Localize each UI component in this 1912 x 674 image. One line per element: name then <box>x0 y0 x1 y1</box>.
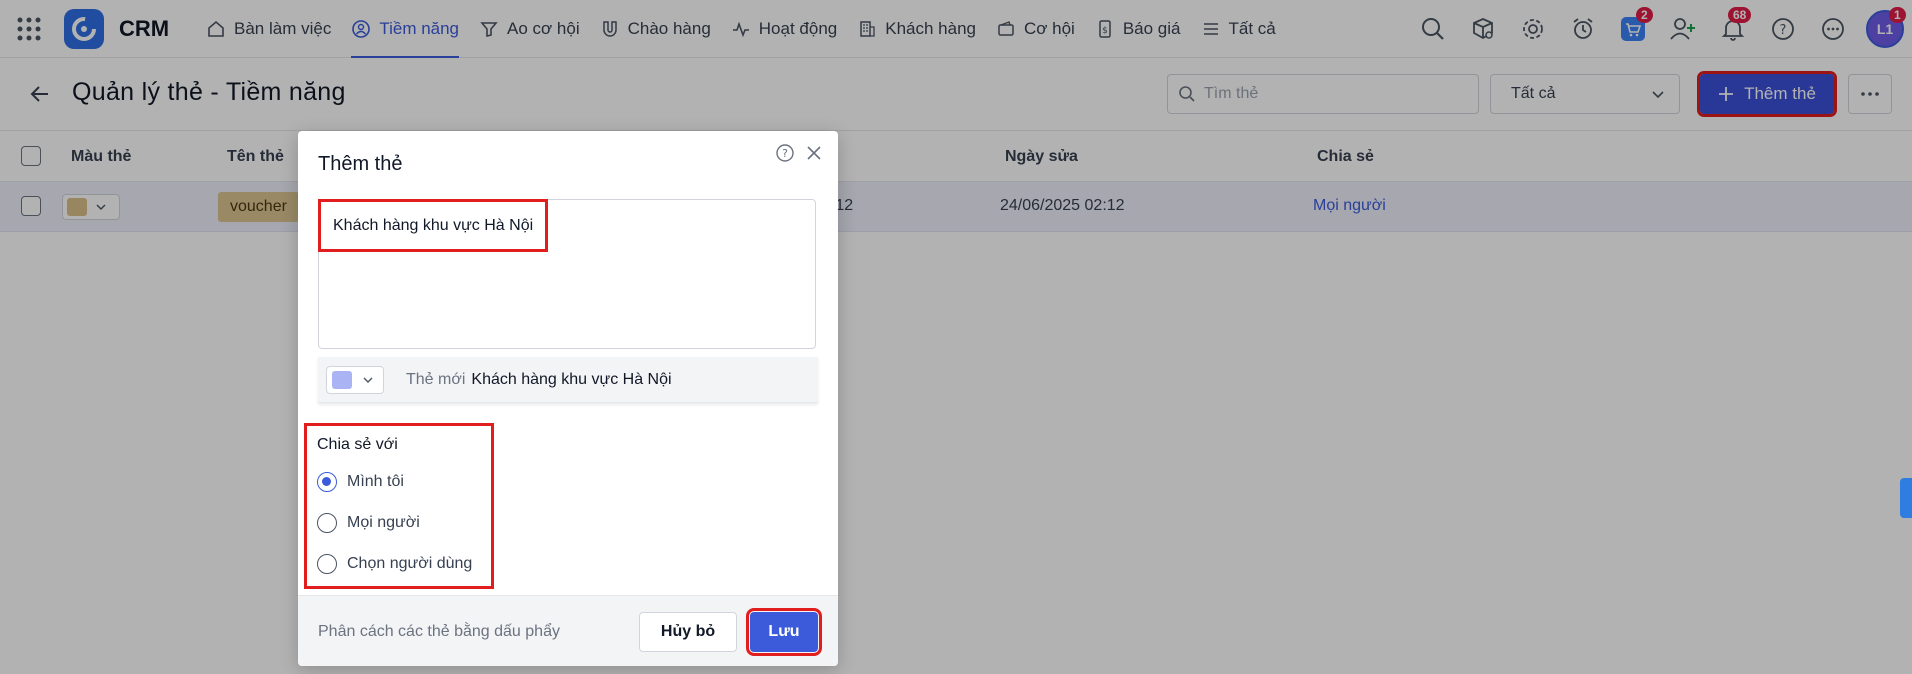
radio-select-users[interactable] <box>317 554 337 574</box>
new-tag-value: Khách hàng khu vực Hà Nội <box>471 370 672 388</box>
radio-everyone[interactable] <box>317 513 337 533</box>
share-title: Chia sẻ với <box>317 436 398 453</box>
help-circle-icon[interactable]: ? <box>775 143 795 168</box>
side-panel-toggle[interactable] <box>1900 478 1912 518</box>
radio-label: Chọn người dùng <box>347 555 473 572</box>
suggestion-color-picker[interactable] <box>326 365 384 394</box>
add-tag-dialog: Thêm thẻ ? Khách hàng khu vực Hà Nội Thẻ… <box>298 131 838 666</box>
chevron-down-icon <box>363 377 373 383</box>
close-icon[interactable] <box>804 143 824 168</box>
share-option-only-me[interactable]: Mình tôi <box>317 472 404 492</box>
share-option-everyone[interactable]: Mọi người <box>317 513 420 533</box>
share-options-group: Chia sẻ với Mình tôi Mọi người Chọn ngườ… <box>304 423 494 589</box>
radio-label: Mình tôi <box>347 473 404 490</box>
radio-label: Mọi người <box>347 514 420 531</box>
color-swatch <box>332 370 352 389</box>
modal-backdrop[interactable] <box>0 0 1912 674</box>
new-tag-suggestion[interactable]: Thẻ mới Khách hàng khu vực Hà Nội <box>318 357 818 403</box>
new-tag-prefix: Thẻ mới <box>406 370 466 388</box>
svg-text:?: ? <box>782 147 788 160</box>
dialog-title: Thêm thẻ <box>318 153 403 175</box>
radio-only-me[interactable] <box>317 472 337 492</box>
share-option-select-users[interactable]: Chọn người dùng <box>317 554 472 574</box>
cancel-button[interactable]: Hủy bỏ <box>639 612 737 652</box>
dialog-footer: Phân cách các thẻ bằng dấu phẩy Hủy bỏ L… <box>298 595 838 666</box>
save-button[interactable]: Lưu <box>746 608 822 656</box>
comma-separator-hint: Phân cách các thẻ bằng dấu phẩy <box>318 623 560 640</box>
tag-input-text[interactable]: Khách hàng khu vực Hà Nội <box>317 199 549 252</box>
tag-input-area[interactable]: Khách hàng khu vực Hà Nội <box>317 199 816 349</box>
